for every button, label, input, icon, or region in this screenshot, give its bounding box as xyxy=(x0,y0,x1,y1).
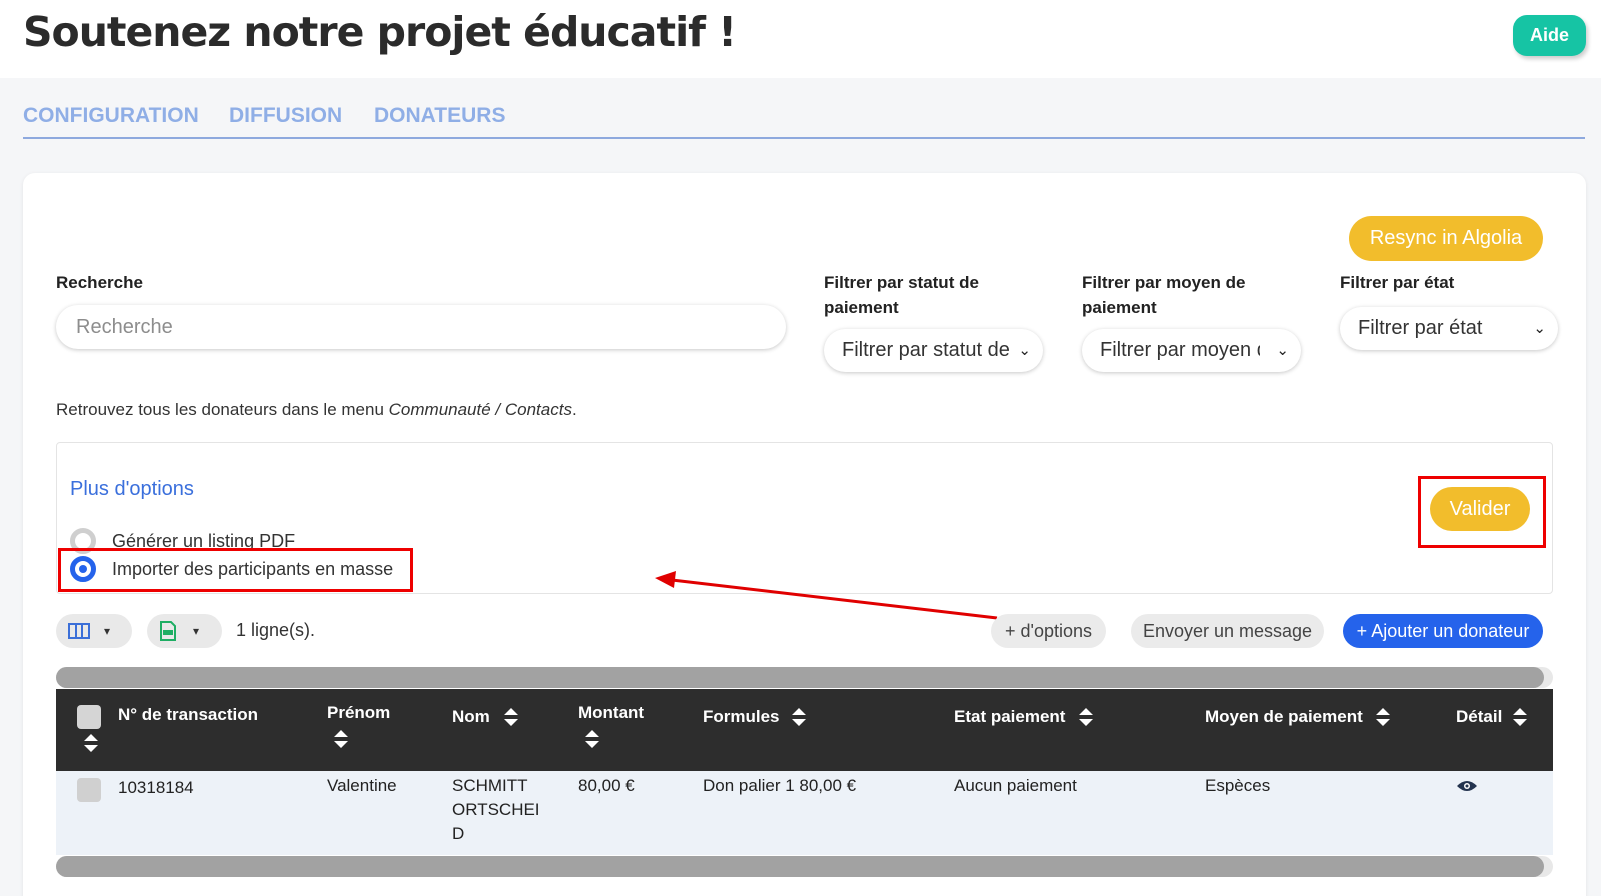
cell-formula: Don palier 1 80,00 € xyxy=(703,776,857,795)
column-header-payment-state[interactable]: Etat paiement xyxy=(954,705,1065,729)
column-header-detail-label: Détail xyxy=(1456,707,1503,726)
cell-payment-method: Espèces xyxy=(1205,776,1271,795)
sort-icon[interactable] xyxy=(791,707,807,727)
sort-icon[interactable] xyxy=(584,729,600,749)
cell-firstname: Valentine xyxy=(327,776,397,795)
horizontal-scrollbar-top[interactable] xyxy=(56,667,1553,688)
column-header-firstname-label: Prénom xyxy=(327,703,391,722)
table-header xyxy=(56,689,1553,771)
column-header-formulas-label: Formules xyxy=(703,707,780,726)
select-all-checkbox[interactable] xyxy=(77,705,101,729)
column-header-transaction[interactable]: N° de transaction xyxy=(118,703,258,727)
caret-down-icon: ▾ xyxy=(104,624,111,638)
excel-file-icon xyxy=(160,621,176,641)
horizontal-scrollbar-bottom[interactable] xyxy=(56,856,1553,877)
cell-transaction: 10318184 xyxy=(118,778,194,797)
add-donor-button[interactable]: + Ajouter un donateur xyxy=(1343,614,1543,648)
caret-down-icon: ▾ xyxy=(193,624,200,638)
column-header-payment-method[interactable]: Moyen de paiement xyxy=(1205,705,1363,729)
column-header-formulas[interactable]: Formules xyxy=(703,705,780,729)
sort-icon[interactable] xyxy=(1078,707,1094,727)
sort-icon[interactable] xyxy=(503,707,519,727)
export-excel-button[interactable]: ▾ xyxy=(147,614,222,648)
cell-lastname: SCHMITT ORTSCHEID xyxy=(452,776,540,843)
scrollbar-thumb[interactable] xyxy=(56,856,1544,877)
column-header-firstname[interactable]: Prénom xyxy=(327,701,390,725)
more-options-button[interactable]: + d'options xyxy=(991,614,1106,648)
column-header-detail[interactable]: Détail xyxy=(1456,705,1502,729)
columns-toggle-button[interactable]: ▾ xyxy=(56,614,132,648)
sort-icon[interactable] xyxy=(1375,707,1391,727)
send-message-button[interactable]: Envoyer un message xyxy=(1131,614,1324,648)
column-header-lastname[interactable]: Nom xyxy=(452,705,490,729)
sort-icon[interactable] xyxy=(83,733,99,753)
column-header-payment-state-label: Etat paiement xyxy=(954,707,1066,726)
column-header-amount[interactable]: Montant xyxy=(578,701,644,725)
cell-amount: 80,00 € xyxy=(578,776,635,795)
sort-icon[interactable] xyxy=(1512,707,1528,727)
rows-count: 1 ligne(s). xyxy=(236,620,316,640)
column-header-transaction-label: N° de transaction xyxy=(118,705,258,724)
column-header-lastname-label: Nom xyxy=(452,707,490,726)
sort-icon[interactable] xyxy=(333,729,349,749)
columns-icon xyxy=(68,623,90,639)
eye-icon[interactable] xyxy=(1456,779,1478,793)
row-checkbox[interactable] xyxy=(77,778,101,802)
column-header-amount-label: Montant xyxy=(578,703,645,722)
column-header-payment-method-label: Moyen de paiement xyxy=(1205,707,1363,726)
scrollbar-thumb[interactable] xyxy=(56,667,1544,688)
cell-payment-state: Aucun paiement xyxy=(954,776,1077,795)
